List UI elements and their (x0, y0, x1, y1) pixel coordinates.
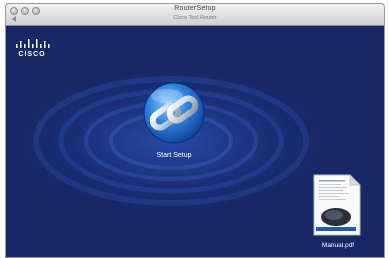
manual-pdf-label[interactable]: Manual.pdf (302, 242, 374, 249)
manual-pdf-icon[interactable] (310, 173, 362, 237)
chain-link-icon (143, 82, 205, 144)
cisco-logo: CISCO (14, 38, 50, 64)
window-title: RouterSetup (174, 5, 216, 12)
window-subtitle: Cisco Tool Router (173, 15, 217, 21)
content-area: CISCO Start Setup Manual.pdf (6, 26, 384, 257)
app-window: RouterSetup Cisco Tool Router CISCO Star… (5, 3, 385, 258)
start-setup-icon[interactable] (141, 80, 207, 146)
start-setup-label[interactable]: Start Setup (134, 152, 214, 159)
title-bar[interactable]: RouterSetup Cisco Tool Router (6, 4, 384, 26)
cisco-logo-text: CISCO (18, 51, 46, 58)
cisco-bars-icon (16, 39, 50, 48)
pdf-document-icon (313, 174, 361, 236)
